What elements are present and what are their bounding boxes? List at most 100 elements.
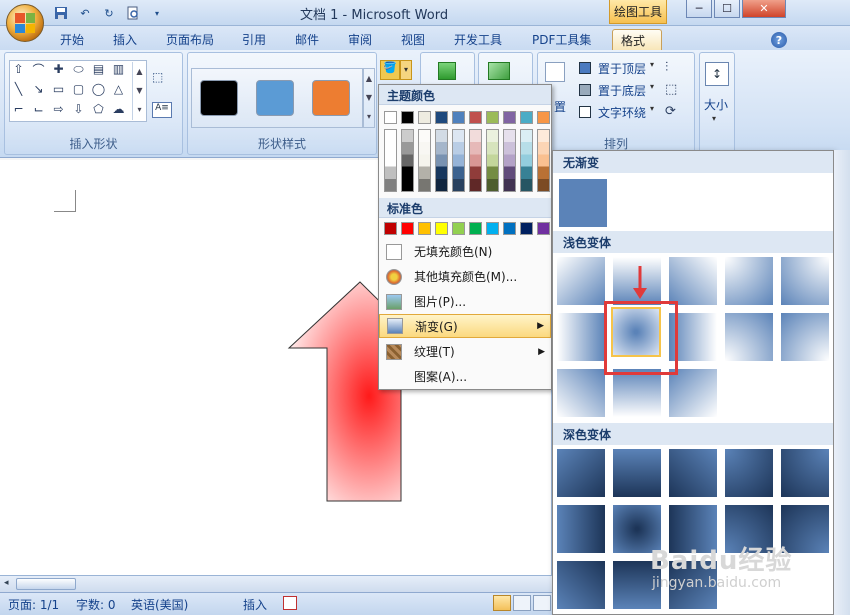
dark-gradient-swatch[interactable] (725, 449, 773, 497)
dark-gradient-swatch[interactable] (669, 449, 717, 497)
theme-color-shades[interactable] (469, 129, 482, 192)
size-button[interactable]: 大小 (704, 96, 728, 113)
rectangle-shape-icon[interactable]: ▭ (50, 82, 67, 96)
save-icon[interactable] (52, 5, 70, 21)
dark-gradient-swatch[interactable] (557, 449, 605, 497)
maximize-button[interactable]: ☐ (714, 0, 740, 18)
print-layout-view-icon[interactable] (493, 595, 511, 611)
light-gradient-swatch[interactable] (557, 313, 605, 361)
page-count[interactable]: 页面: 1/1 (8, 596, 59, 613)
bring-to-front-button[interactable]: 置于顶层 (598, 60, 646, 77)
standard-color-swatch[interactable] (537, 222, 550, 235)
style-black-swatch[interactable] (200, 80, 238, 116)
theme-color-swatch[interactable] (486, 111, 499, 124)
macro-record-icon[interactable] (283, 596, 297, 610)
pentagon-shape-icon[interactable]: ⬠ (90, 102, 107, 116)
light-gradient-swatch[interactable] (781, 313, 829, 361)
position-icon[interactable] (545, 62, 565, 82)
chevron-down-icon[interactable]: ▾ (650, 60, 654, 69)
right-arrow-shape-icon[interactable]: ⇨ (50, 102, 67, 116)
arc-shape-icon[interactable]: ⌒ (30, 62, 47, 77)
align-icon[interactable]: ⫶ (665, 60, 681, 76)
tab-format[interactable]: 格式 (612, 29, 662, 50)
minimize-button[interactable]: ─ (686, 0, 712, 18)
picture-fill-item[interactable]: 图片(P)... (379, 289, 551, 314)
tab-home[interactable]: 开始 (52, 29, 92, 50)
standard-color-swatch[interactable] (384, 222, 397, 235)
theme-color-shades[interactable] (384, 129, 397, 192)
tab-mailings[interactable]: 邮件 (287, 29, 327, 50)
tab-developer[interactable]: 开发工具 (446, 29, 510, 50)
text-box-icon[interactable]: A≡ (152, 102, 172, 118)
rotate-icon[interactable]: ⟳ (665, 104, 681, 120)
elbow-connector-shape-icon[interactable]: ⌐ (10, 102, 27, 116)
line-shape-icon[interactable]: ╲ (10, 82, 27, 96)
standard-color-swatch[interactable] (418, 222, 431, 235)
rounded-rect-shape-icon[interactable]: ▢ (70, 82, 87, 96)
language-indicator[interactable]: 英语(美国) (131, 596, 188, 613)
send-to-back-button[interactable]: 置于底层 (598, 82, 646, 99)
theme-color-swatch[interactable] (537, 111, 550, 124)
standard-color-swatch[interactable] (469, 222, 482, 235)
light-gradient-swatch[interactable] (725, 313, 773, 361)
theme-color-shades[interactable] (486, 129, 499, 192)
edit-points-icon[interactable]: ⬚ (152, 70, 174, 88)
standard-color-swatch[interactable] (452, 222, 465, 235)
shadow-effects-icon[interactable] (438, 62, 456, 80)
down-arrow-shape-icon[interactable]: ⇩ (70, 102, 87, 116)
gradient-fill-item[interactable]: 渐变(G) ▶ (379, 314, 551, 338)
light-gradient-swatch[interactable] (669, 257, 717, 305)
dark-gradient-swatch[interactable] (613, 449, 661, 497)
more-fill-colors-item[interactable]: 其他填充颜色(M)... (379, 264, 551, 289)
theme-color-swatch[interactable] (401, 111, 414, 124)
theme-color-shades[interactable] (503, 129, 516, 192)
help-icon[interactable]: ? (771, 32, 787, 48)
light-gradient-swatch[interactable] (557, 369, 605, 417)
up-arrow-shape-icon[interactable]: ⇧ (10, 62, 27, 76)
light-gradient-swatch[interactable] (725, 257, 773, 305)
dark-gradient-swatch[interactable] (557, 561, 605, 609)
tab-page-layout[interactable]: 页面布局 (158, 29, 222, 50)
theme-color-shades[interactable] (452, 129, 465, 192)
tab-pdf-tools[interactable]: PDF工具集 (524, 29, 599, 50)
undo-icon[interactable]: ↶ (76, 5, 94, 21)
standard-color-swatch[interactable] (486, 222, 499, 235)
3d-effects-icon[interactable] (488, 62, 510, 80)
no-gradient-swatch[interactable] (559, 179, 607, 227)
theme-color-shades[interactable] (537, 129, 550, 192)
shape-fill-icon[interactable]: 🪣 (380, 60, 400, 80)
word-count[interactable]: 字数: 0 (76, 596, 116, 613)
elbow-arrow-shape-icon[interactable]: ⌙ (30, 102, 47, 116)
size-icon[interactable]: ↕ (705, 62, 729, 86)
theme-color-swatch[interactable] (384, 111, 397, 124)
close-button[interactable]: ✕ (742, 0, 786, 18)
vertical-textbox-shape-icon[interactable]: ▥ (110, 62, 127, 76)
horizontal-scrollbar[interactable] (0, 575, 552, 592)
theme-color-shades[interactable] (435, 129, 448, 192)
no-fill-item[interactable]: 无填充颜色(N) (379, 239, 551, 264)
standard-color-swatch[interactable] (520, 222, 533, 235)
redo-icon[interactable]: ↻ (100, 5, 118, 21)
style-orange-swatch[interactable] (312, 80, 350, 116)
chevron-down-icon[interactable]: ▾ (650, 104, 654, 113)
dark-gradient-swatch[interactable] (781, 449, 829, 497)
dark-gradient-swatch[interactable] (557, 505, 605, 553)
print-preview-icon[interactable] (124, 5, 142, 21)
texture-fill-item[interactable]: 纹理(T) ▶ (379, 339, 551, 364)
theme-color-swatch[interactable] (452, 111, 465, 124)
oval-shape-icon[interactable]: ⬭ (70, 62, 87, 76)
theme-color-shades[interactable] (418, 129, 431, 192)
web-layout-view-icon[interactable] (533, 595, 551, 611)
group-icon[interactable]: ⬚ (665, 82, 681, 98)
shape-fill-dropdown-icon[interactable]: ▾ (400, 60, 412, 80)
theme-color-swatch[interactable] (435, 111, 448, 124)
styles-scroll-icon[interactable]: ▲ ▼ ▾ (363, 68, 375, 128)
light-gradient-swatch[interactable] (557, 257, 605, 305)
light-gradient-swatch[interactable] (669, 369, 717, 417)
tab-view[interactable]: 视图 (393, 29, 433, 50)
insert-mode-indicator[interactable]: 插入 (243, 596, 267, 613)
text-wrapping-button[interactable]: 文字环绕 (598, 104, 646, 121)
shapes-scroll-icon[interactable]: ▲ ▼ ▾ (132, 62, 146, 120)
triangle-shape-icon[interactable]: △ (110, 82, 127, 96)
gradient-panel-scrollbar[interactable] (834, 150, 850, 615)
